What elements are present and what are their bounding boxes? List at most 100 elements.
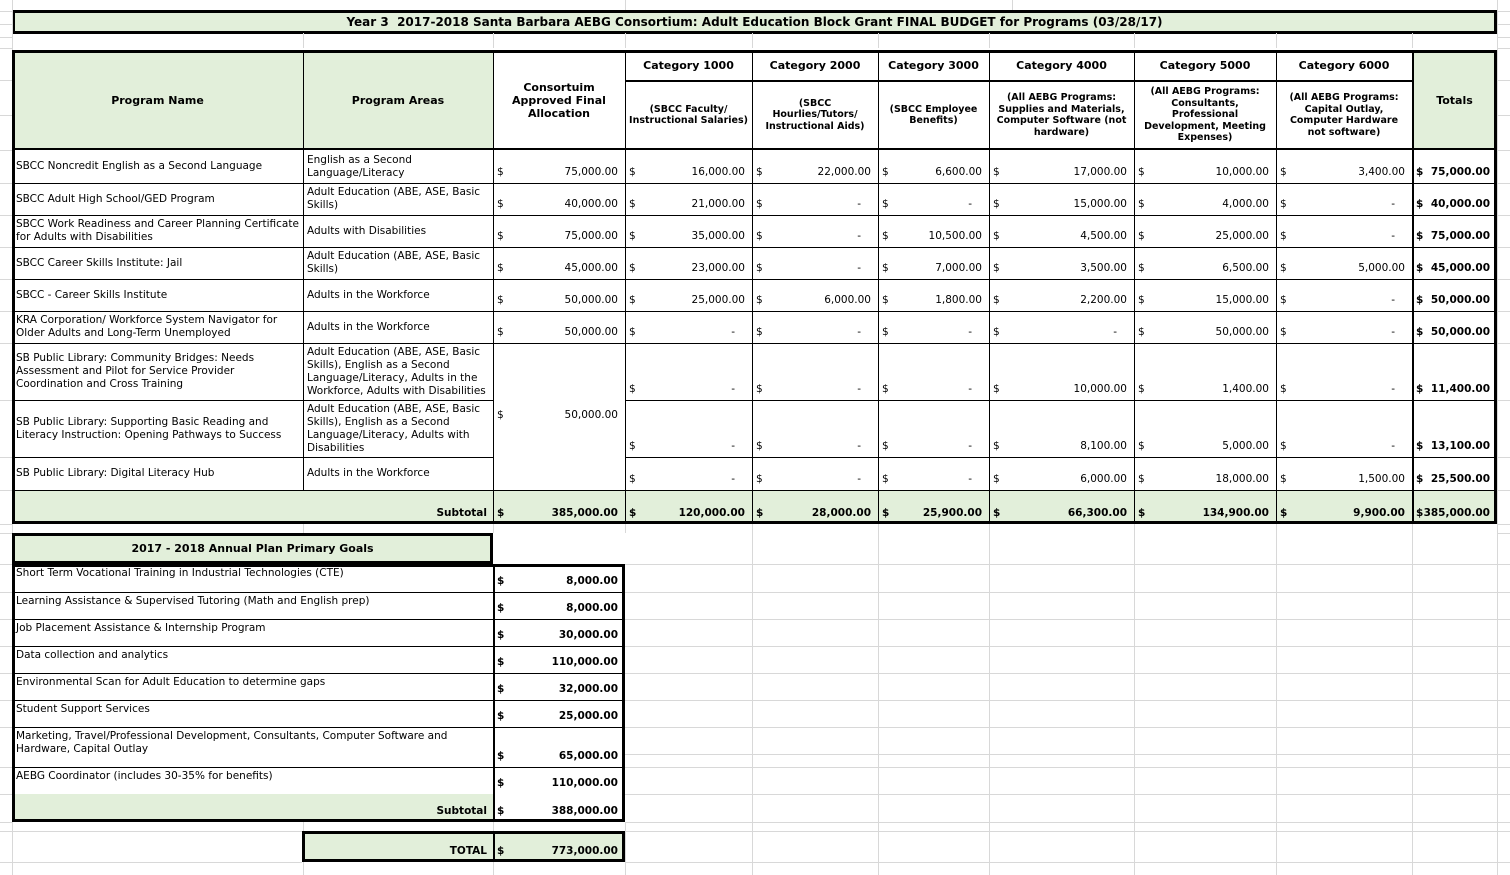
cell-program-areas-6[interactable]: Adult Education (ABE, ASE, Basic Skills)… (303, 343, 493, 400)
cell-category-2000-8[interactable]: $- (752, 457, 878, 490)
cell-category-1000-1[interactable]: $21,000.00 (625, 183, 752, 215)
annual-amount-6[interactable]: $65,000.00 (493, 727, 625, 767)
cell-allocation-4[interactable]: $50,000.00 (493, 279, 625, 311)
cell-category-2000-7[interactable]: $- (752, 400, 878, 457)
cell-category-2000-3[interactable]: $- (752, 247, 878, 279)
cell-category-1000-8[interactable]: $- (625, 457, 752, 490)
cell-total-6[interactable]: $11,400.00 (1412, 343, 1497, 400)
cell-category-1000-4[interactable]: $25,000.00 (625, 279, 752, 311)
annual-goal-1[interactable]: Learning Assistance & Supervised Tutorin… (12, 592, 493, 619)
header-category-4000[interactable]: Category 4000 (989, 50, 1134, 80)
cell-program-areas-8[interactable]: Adults in the Workforce (303, 457, 493, 490)
annual-amount-2[interactable]: $30,000.00 (493, 619, 625, 646)
cell-program-name-7[interactable]: SB Public Library: Supporting Basic Read… (12, 400, 303, 457)
cell-allocation-5[interactable]: $50,000.00 (493, 311, 625, 343)
cell-category-3000-3[interactable]: $7,000.00 (878, 247, 989, 279)
cell-category-4000-2[interactable]: $4,500.00 (989, 215, 1134, 247)
cell-program-name-2[interactable]: SBCC Work Readiness and Career Planning … (12, 215, 303, 247)
header-totals[interactable]: Totals (1412, 50, 1497, 150)
cell-program-name-1[interactable]: SBCC Adult High School/GED Program (12, 183, 303, 215)
header-category-6000-desc[interactable]: (All AEBG Programs: Capital Outlay, Comp… (1276, 80, 1412, 150)
annual-goal-4[interactable]: Environmental Scan for Adult Education t… (12, 673, 493, 700)
annual-goal-3[interactable]: Data collection and analytics (12, 646, 493, 673)
header-category-5000[interactable]: Category 5000 (1134, 50, 1276, 80)
cell-category-1000-2[interactable]: $35,000.00 (625, 215, 752, 247)
cell-total-2[interactable]: $75,000.00 (1412, 215, 1497, 247)
header-program-name[interactable]: Program Name (12, 50, 303, 150)
cell-category-6000-0[interactable]: $3,400.00 (1276, 150, 1412, 183)
cell-category-3000-1[interactable]: $- (878, 183, 989, 215)
cell-category-5000-7[interactable]: $5,000.00 (1134, 400, 1276, 457)
cell-program-name-5[interactable]: KRA Corporation/ Workforce System Naviga… (12, 311, 303, 343)
cell-program-areas-0[interactable]: English as a Second Language/Literacy (303, 150, 493, 183)
header-category-2000[interactable]: Category 2000 (752, 50, 878, 80)
header-allocation[interactable]: Consortuim Approved Final Allocation (493, 50, 625, 150)
subtotal-category-1000[interactable]: $120,000.00 (625, 490, 752, 524)
cell-category-6000-1[interactable]: $- (1276, 183, 1412, 215)
cell-category-2000-4[interactable]: $6,000.00 (752, 279, 878, 311)
header-category-1000[interactable]: Category 1000 (625, 50, 752, 80)
cell-category-6000-8[interactable]: $1,500.00 (1276, 457, 1412, 490)
header-category-3000-desc[interactable]: (SBCC Employee Benefits) (878, 80, 989, 150)
cell-category-3000-4[interactable]: $1,800.00 (878, 279, 989, 311)
cell-total-8[interactable]: $25,500.00 (1412, 457, 1497, 490)
annual-subtotal-label[interactable]: Subtotal (12, 794, 493, 822)
cell-program-areas-1[interactable]: Adult Education (ABE, ASE, Basic Skills) (303, 183, 493, 215)
cell-total-3[interactable]: $45,000.00 (1412, 247, 1497, 279)
cell-category-5000-2[interactable]: $25,000.00 (1134, 215, 1276, 247)
cell-category-4000-7[interactable]: $8,100.00 (989, 400, 1134, 457)
cell-program-name-3[interactable]: SBCC Career Skills Institute: Jail (12, 247, 303, 279)
cell-allocation-merged-library[interactable]: $50,000.00 (493, 343, 625, 490)
cell-category-4000-5[interactable]: $- (989, 311, 1134, 343)
cell-category-2000-1[interactable]: $- (752, 183, 878, 215)
annual-plan-header[interactable]: 2017 - 2018 Annual Plan Primary Goals (12, 533, 493, 564)
cell-category-5000-4[interactable]: $15,000.00 (1134, 279, 1276, 311)
grand-total-amount[interactable]: $773,000.00 (493, 831, 625, 862)
cell-category-6000-3[interactable]: $5,000.00 (1276, 247, 1412, 279)
subtotal-allocation[interactable]: $385,000.00 (493, 490, 625, 524)
cell-category-6000-5[interactable]: $- (1276, 311, 1412, 343)
cell-category-4000-8[interactable]: $6,000.00 (989, 457, 1134, 490)
cell-category-2000-0[interactable]: $22,000.00 (752, 150, 878, 183)
cell-category-2000-5[interactable]: $- (752, 311, 878, 343)
cell-category-1000-3[interactable]: $23,000.00 (625, 247, 752, 279)
cell-total-1[interactable]: $40,000.00 (1412, 183, 1497, 215)
annual-amount-3[interactable]: $110,000.00 (493, 646, 625, 673)
header-category-4000-desc[interactable]: (All AEBG Programs: Supplies and Materia… (989, 80, 1134, 150)
cell-category-6000-6[interactable]: $- (1276, 343, 1412, 400)
cell-category-5000-3[interactable]: $6,500.00 (1134, 247, 1276, 279)
cell-program-name-0[interactable]: SBCC Noncredit English as a Second Langu… (12, 150, 303, 183)
grand-total-label[interactable]: TOTAL (302, 831, 493, 862)
cell-category-6000-7[interactable]: $- (1276, 400, 1412, 457)
cell-program-areas-2[interactable]: Adults with Disabilities (303, 215, 493, 247)
cell-category-4000-1[interactable]: $15,000.00 (989, 183, 1134, 215)
header-category-5000-desc[interactable]: (All AEBG Programs: Consultants, Profess… (1134, 80, 1276, 150)
subtotal-category-2000[interactable]: $28,000.00 (752, 490, 878, 524)
cell-category-1000-5[interactable]: $- (625, 311, 752, 343)
annual-goal-7[interactable]: AEBG Coordinator (includes 30-35% for be… (12, 767, 493, 794)
cell-total-7[interactable]: $13,100.00 (1412, 400, 1497, 457)
cell-program-areas-3[interactable]: Adult Education (ABE, ASE, Basic Skills) (303, 247, 493, 279)
cell-category-2000-2[interactable]: $- (752, 215, 878, 247)
cell-category-5000-6[interactable]: $1,400.00 (1134, 343, 1276, 400)
subtotal-category-6000[interactable]: $9,900.00 (1276, 490, 1412, 524)
cell-category-3000-7[interactable]: $- (878, 400, 989, 457)
cell-category-3000-8[interactable]: $- (878, 457, 989, 490)
cell-category-4000-0[interactable]: $17,000.00 (989, 150, 1134, 183)
annual-goal-0[interactable]: Short Term Vocational Training in Indust… (12, 564, 493, 592)
cell-category-5000-1[interactable]: $4,000.00 (1134, 183, 1276, 215)
cell-allocation-0[interactable]: $75,000.00 (493, 150, 625, 183)
annual-goal-6[interactable]: Marketing, Travel/Professional Developme… (12, 727, 493, 767)
header-category-3000[interactable]: Category 3000 (878, 50, 989, 80)
cell-category-1000-6[interactable]: $- (625, 343, 752, 400)
cell-category-2000-6[interactable]: $- (752, 343, 878, 400)
cell-program-name-4[interactable]: SBCC - Career Skills Institute (12, 279, 303, 311)
header-category-1000-desc[interactable]: (SBCC Faculty/ Instructional Salaries) (625, 80, 752, 150)
cell-category-5000-8[interactable]: $18,000.00 (1134, 457, 1276, 490)
cell-category-4000-3[interactable]: $3,500.00 (989, 247, 1134, 279)
subtotal-total[interactable]: $385,000.00 (1412, 490, 1497, 524)
cell-category-4000-6[interactable]: $10,000.00 (989, 343, 1134, 400)
cell-allocation-1[interactable]: $40,000.00 (493, 183, 625, 215)
subtotal-category-5000[interactable]: $134,900.00 (1134, 490, 1276, 524)
annual-amount-0[interactable]: $8,000.00 (493, 564, 625, 592)
